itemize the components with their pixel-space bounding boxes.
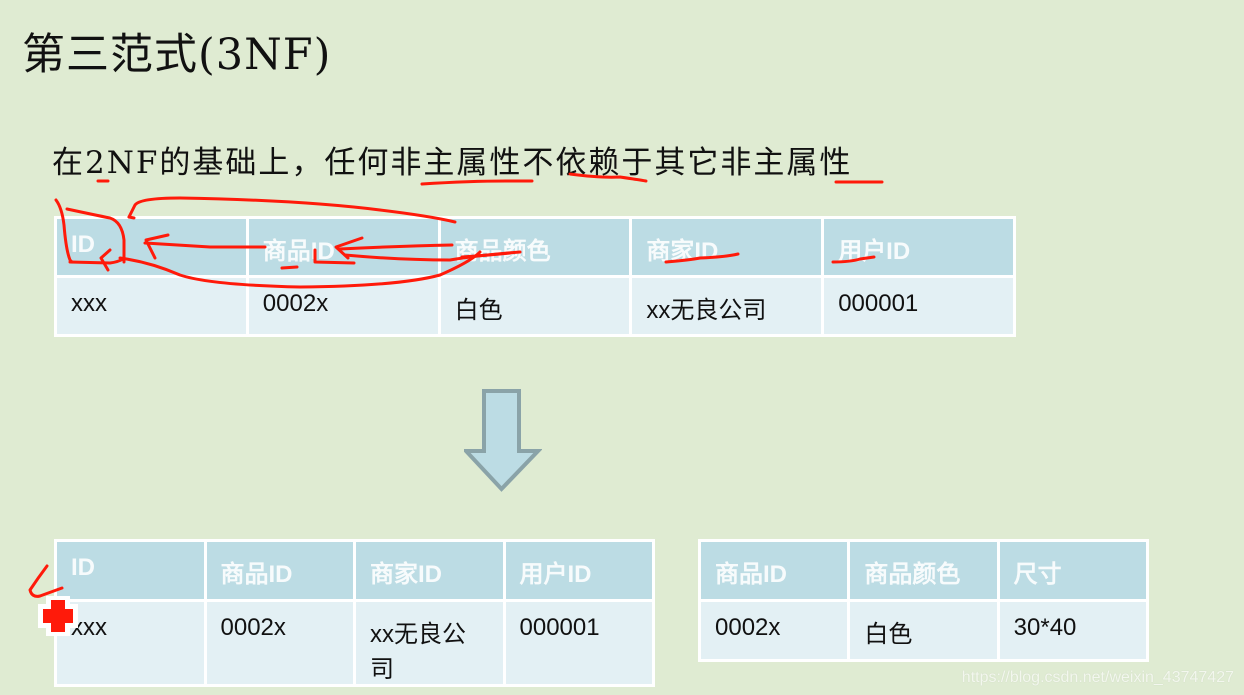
table-cell: 000001 — [502, 599, 655, 687]
header-cell: 尺寸 — [996, 539, 1150, 602]
header-cell: ID — [54, 216, 249, 278]
down-arrow-icon — [464, 389, 542, 492]
table-cell: 白色 — [847, 599, 1000, 662]
header-cell: 商品ID — [203, 539, 356, 602]
slide-subtitle: 在2NF的基础上，任何非主属性不依赖于其它非主属性 — [52, 145, 853, 181]
watermark: https://blog.csdn.net/weixin_43747427 — [961, 669, 1234, 686]
split-table-left: ID 商品ID 商家ID 用户ID xxx 0002x xx无良公司 00000… — [54, 539, 655, 687]
header-cell: 商家ID — [353, 539, 506, 602]
table-header-row: ID 商品ID 商品颜色 商家ID 用户ID — [54, 216, 1016, 278]
header-cell: 商品颜色 — [847, 539, 1000, 602]
table-cell: 白色 — [437, 275, 633, 337]
table-header-row: ID 商品ID 商家ID 用户ID — [54, 539, 655, 602]
table-cell: xx无良公司 — [353, 599, 506, 687]
table-cell: xx无良公司 — [629, 275, 825, 337]
header-cell: 商品ID — [697, 539, 851, 602]
header-cell: 商品ID — [245, 216, 441, 278]
table-cell: 0002x — [245, 275, 441, 337]
table-row: 0002x 白色 30*40 — [697, 599, 1150, 662]
slide-title: 第三范式(3NF) — [22, 30, 332, 80]
table-cell: 0002x — [203, 599, 356, 687]
table-cell: xxx — [54, 275, 249, 337]
header-cell: 用户ID — [821, 216, 1016, 278]
table-header-row: 商品ID 商品颜色 尺寸 — [697, 539, 1150, 602]
header-cell: ID — [54, 539, 207, 602]
table-row: xxx 0002x xx无良公司 000001 — [54, 599, 655, 687]
split-table-right: 商品ID 商品颜色 尺寸 0002x 白色 30*40 — [697, 539, 1150, 662]
table-cell: 30*40 — [996, 599, 1150, 662]
header-cell: 商家ID — [629, 216, 825, 278]
header-cell: 商品颜色 — [437, 216, 633, 278]
table-row: xxx 0002x 白色 xx无良公司 000001 — [54, 275, 1016, 337]
table-cell: 0002x — [697, 599, 851, 662]
header-cell: 用户ID — [502, 539, 655, 602]
pen-cursor-icon — [38, 596, 78, 636]
table-cell: 000001 — [821, 275, 1016, 337]
original-table: ID 商品ID 商品颜色 商家ID 用户ID xxx 0002x 白色 xx无良… — [54, 216, 1016, 337]
